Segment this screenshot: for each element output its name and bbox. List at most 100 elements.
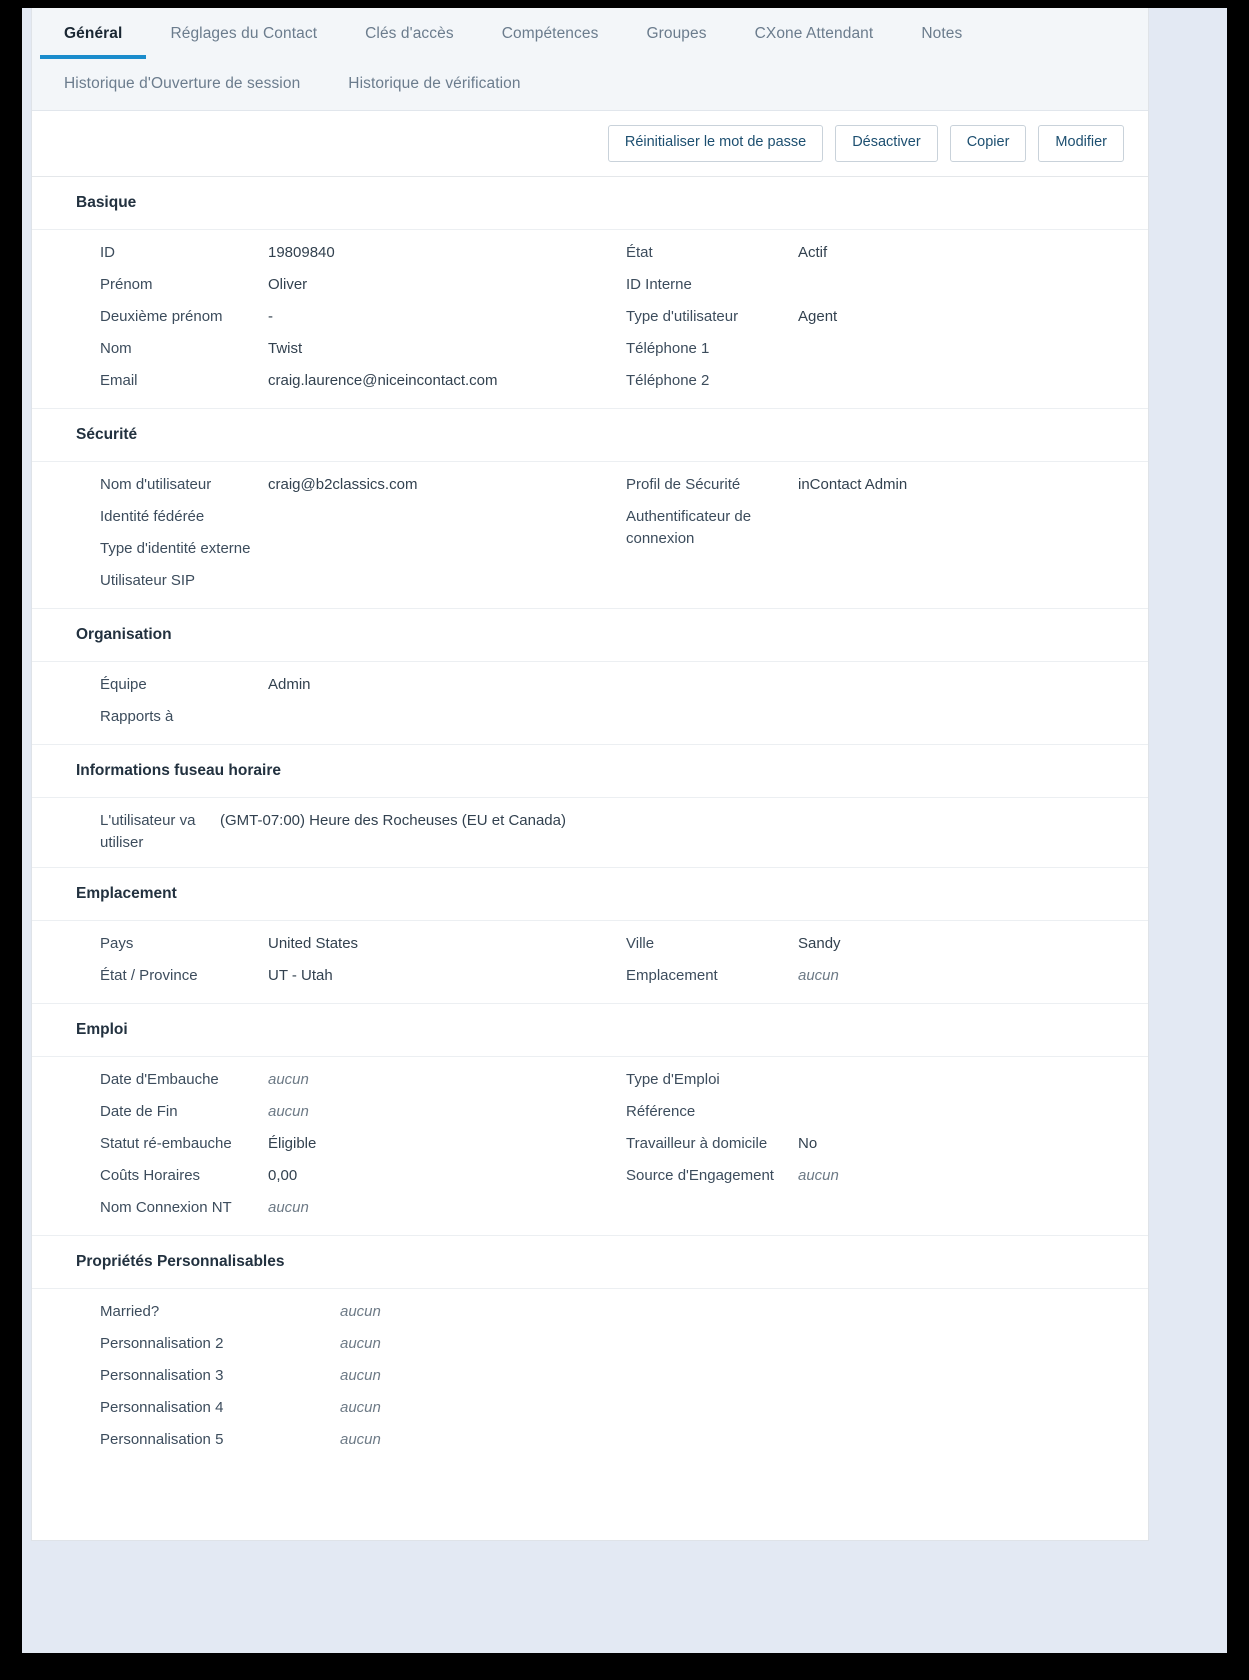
field-label: Ville [626, 935, 655, 953]
tab-historique-de-verification[interactable]: Historique de vérification [324, 59, 544, 110]
field-label: Référence [626, 1103, 696, 1121]
section-body-organisation: Équipe Admin Rapports à [32, 661, 1148, 745]
field-prenom: Prénom Oliver [100, 274, 580, 298]
section-emplacement-right-column: Ville Sandy Emplacement aucun [590, 933, 1148, 989]
field-value: Agent [798, 307, 838, 325]
section-body-emploi: Date d'Embauche aucun Date de Fin aucun Stat… [32, 1057, 1148, 1237]
section-proprietes-left-column: Married? aucun Personnalisation 2 aucun Pers… [32, 1301, 590, 1453]
section-organisation-left-column: Équipe Admin Rapports à [32, 674, 590, 730]
tab-notes[interactable]: Notes [897, 8, 986, 59]
field-date-d-embauche: Date d'Embauche aucun [100, 1069, 580, 1093]
field-label: Prénom [100, 275, 153, 293]
field-value: aucun [340, 1335, 381, 1353]
field-value: Oliver [268, 275, 308, 293]
field-value: 0,00 [268, 1167, 298, 1185]
field-label: Date de Fin [100, 1103, 178, 1121]
field-id: ID 19809840 [100, 242, 580, 266]
field-nom-d-utilisateur: Nom d'utilisateur craig@b2classics.com [100, 474, 580, 498]
field-label: Identité fédérée [100, 507, 205, 525]
section-header-emploi: Emploi [32, 1004, 1148, 1058]
section-fuseau-right-column [590, 810, 1148, 854]
field-equipe: Équipe Admin [100, 674, 580, 698]
field-label: Type d'identité externe [100, 539, 251, 557]
tab-cxone-attendant[interactable]: CXone Attendant [731, 8, 898, 59]
field-label: État [626, 243, 653, 261]
field-nom: Nom Twist [100, 338, 580, 362]
field-deuxieme-prenom: Deuxième prénom - [100, 306, 580, 330]
field-type-d-emploi: Type d'Emploi [626, 1069, 1138, 1093]
action-button-bar: Réinitialiser le mot de passe Désactiver… [32, 111, 1148, 177]
field-value: inContact Admin [798, 475, 908, 493]
section-securite-right-column: Profil de Sécurité inContact Admin Authent… [590, 474, 1148, 594]
section-header-basique: Basique [32, 176, 1148, 230]
field-label: Date d'Embauche [100, 1071, 219, 1089]
reset-password-button[interactable]: Réinitialiser le mot de passe [607, 125, 824, 162]
field-label: Nom [100, 339, 132, 357]
tab-general[interactable]: Général [40, 8, 147, 59]
field-value: aucun [340, 1399, 381, 1417]
field-emplacement: Emplacement aucun [626, 965, 1138, 989]
field-value: UT - Utah [268, 967, 333, 985]
tab-reglages-du-contact[interactable]: Réglages du Contact [146, 8, 341, 59]
field-value: craig.laurence@niceincontact.com [268, 371, 498, 389]
field-value: aucun [798, 1167, 839, 1185]
field-label: État / Province [100, 967, 198, 985]
edit-button[interactable]: Modifier [1038, 125, 1124, 162]
field-value: Actif [798, 243, 828, 261]
field-label: Personnalisation 5 [100, 1431, 224, 1449]
field-label: Profil de Sécurité [626, 475, 741, 493]
field-label: Source d'Engagement [626, 1167, 774, 1185]
section-emploi-left-column: Date d'Embauche aucun Date de Fin aucun Stat… [32, 1069, 590, 1221]
section-organisation-right-column [590, 674, 1148, 730]
section-fuseau-left-column: L'utilisateur va utiliser (GMT-07:00) Heu… [32, 810, 590, 854]
section-emplacement-left-column: Pays United States État / Province UT - Uta… [32, 933, 590, 989]
screen-frame: Général Réglages du Contact Clés d'accès Co… [0, 0, 1249, 1680]
field-type-d-utilisateur: Type d'utilisateur Agent [626, 306, 1138, 330]
field-personnalisation-3: Personnalisation 3 aucun [100, 1365, 580, 1389]
field-statut-re-embauche: Statut ré-embauche Éligible [100, 1133, 580, 1157]
deactivate-button[interactable]: Désactiver [835, 125, 938, 162]
copy-button[interactable]: Copier [949, 125, 1027, 162]
tab-groupes[interactable]: Groupes [622, 8, 730, 59]
field-id-interne: ID Interne [626, 274, 1138, 298]
field-label: Équipe [100, 675, 147, 693]
field-personnalisation-2: Personnalisation 2 aucun [100, 1333, 580, 1357]
section-header-proprietes: Propriétés Personnalisables [32, 1236, 1148, 1290]
section-header-organisation: Organisation [32, 608, 1148, 662]
field-value: United States [268, 935, 359, 953]
field-label: Utilisateur SIP [100, 571, 196, 589]
section-body-basique: ID 19809840 Prénom Oliver Deuxième prénom - No… [32, 229, 1148, 409]
field-label: Personnalisation 4 [100, 1399, 224, 1417]
section-header-emplacement: Emplacement [32, 868, 1148, 922]
tab-cles-d-acces[interactable]: Clés d'accès [341, 8, 478, 59]
tab-row-primary: Général Réglages du Contact Clés d'accès Co… [32, 8, 1148, 59]
field-telephone-1: Téléphone 1 [626, 338, 1138, 362]
section-emploi-right-column: Type d'Emploi Référence Travailleur à domi… [590, 1069, 1148, 1221]
field-reference: Référence [626, 1101, 1138, 1125]
section-proprietes-right-column [590, 1301, 1148, 1453]
section-securite-left-column: Nom d'utilisateur craig@b2classics.com Ide… [32, 474, 590, 594]
section-body-fuseau: L'utilisateur va utiliser (GMT-07:00) Heu… [32, 797, 1148, 869]
field-label: Statut ré-embauche [100, 1135, 232, 1153]
field-utilisateur-sip: Utilisateur SIP [100, 570, 580, 594]
user-details-card: Général Réglages du Contact Clés d'accès Co… [31, 8, 1149, 1541]
field-type-d-identite-externe: Type d'identité externe [100, 538, 580, 562]
field-label: Email [100, 371, 138, 389]
field-label: Pays [100, 935, 134, 953]
field-value: aucun [340, 1303, 381, 1321]
tab-competences[interactable]: Compétences [478, 8, 623, 59]
field-email: Email craig.laurence@niceincontact.com [100, 370, 580, 394]
field-label: Authentificateur de connexion [626, 507, 752, 547]
field-label: Type d'Emploi [626, 1071, 720, 1089]
tab-historique-d-ouverture-de-session[interactable]: Historique d'Ouverture de session [40, 59, 324, 110]
field-label: Nom Connexion NT [100, 1199, 232, 1217]
field-label: Rapports à [100, 707, 174, 725]
field-label: Married? [100, 1303, 160, 1321]
field-value: craig@b2classics.com [268, 475, 418, 493]
section-body-emplacement: Pays United States État / Province UT - Uta… [32, 921, 1148, 1005]
field-personnalisation-5: Personnalisation 5 aucun [100, 1429, 580, 1453]
field-label: Téléphone 2 [626, 371, 710, 389]
field-pays: Pays United States [100, 933, 580, 957]
field-value: aucun [340, 1367, 381, 1385]
field-travailleur-a-domicile: Travailleur à domicile No [626, 1133, 1138, 1157]
